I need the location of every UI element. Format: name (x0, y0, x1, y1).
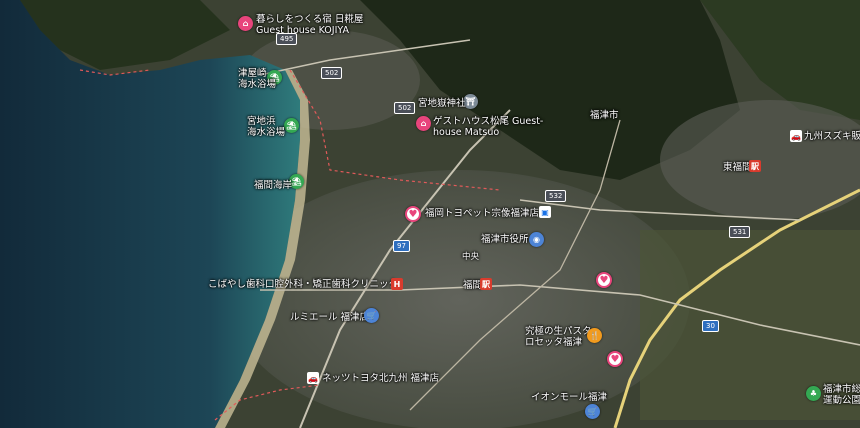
heart-pin-icon-2[interactable]: ♥ (596, 272, 612, 288)
train-station-icon[interactable]: 駅 (749, 160, 761, 172)
restaurant-pin-icon[interactable]: 🍴 (587, 328, 602, 343)
heart-pin-icon[interactable]: ♥ (405, 206, 421, 222)
route-30-shield: 30 (702, 320, 719, 332)
fukutsu-city-label: 福津市 (590, 110, 619, 121)
higashi-fukuma-label: 東福間 (723, 162, 752, 173)
car-dealer-icon[interactable]: 🚗 (790, 130, 802, 142)
suzuki-dealer-label: 九州スズキ販 (804, 131, 860, 142)
route-532-shield: 532 (545, 190, 567, 202)
pasta-shop-label: 究極の生パスタ ロセッタ福津 (525, 326, 592, 348)
car-dealer-icon-2[interactable]: 🚗 (307, 372, 319, 384)
kobayashi-clinic-label: こばやし歯科口腔外科・矯正歯科クリニック (208, 279, 399, 290)
route-531-shield: 531 (729, 226, 751, 238)
toyota-dealer-label: 福岡トヨペット宗像福津店 (425, 208, 540, 219)
route-502-shield-2: 502 (394, 102, 416, 114)
lumiere-label: ルミエール 福津店 (290, 312, 370, 323)
hospital-icon[interactable]: H (391, 278, 403, 290)
netz-toyota-label: ネッツトヨタ北九州 福津店 (322, 373, 440, 384)
guesthouse-matsuo-label: ゲストハウス松尾 Guest- house Matsuo (433, 116, 544, 138)
train-station-icon-2[interactable]: 駅 (480, 278, 492, 290)
shop-pin-icon-2[interactable]: 🛒 (585, 404, 600, 419)
miyajidake-shrine-label: 宮地嶽神社 (418, 98, 466, 109)
tsuyazaki-beach-label: 津屋崎 海水浴場 (238, 68, 277, 90)
chuo-label: 中央 (462, 252, 480, 262)
heart-pin-icon-3[interactable]: ♥ (607, 351, 623, 367)
guesthouse-kojiya-label: 暮らしをつくる宿 日糀屋 Guest house KOJIYA (256, 14, 364, 36)
beach-pin-icon-2[interactable]: ⛱ (284, 118, 299, 133)
route-502-shield: 502 (321, 67, 343, 79)
fukuma-beach-label: 福間海岸 (254, 180, 293, 191)
satellite-map[interactable]: ⌂ 暮らしをつくる宿 日糀屋 Guest house KOJIYA ⛱ 津屋崎 … (0, 0, 860, 428)
route-495-shield: 495 (276, 33, 298, 45)
route-97-shield: 97 (393, 240, 410, 252)
city-hall-label: 福津市役所 (481, 234, 529, 245)
sports-park-label: 福津市総 運動公園 (823, 384, 860, 406)
miyajihama-beach-label: 宮地浜 海水浴場 (247, 116, 286, 138)
city-hall-pin-icon[interactable]: ◉ (529, 232, 544, 247)
park-pin-icon[interactable]: ♣ (806, 386, 821, 401)
hotel-pin-icon-2[interactable]: ⌂ (416, 116, 431, 131)
aeon-mall-label: イオンモール福津 (531, 392, 608, 403)
bus-stop-icon[interactable]: ▣ (539, 206, 551, 218)
shop-pin-icon[interactable]: 🛒 (364, 308, 379, 323)
hotel-pin-icon[interactable]: ⌂ (238, 16, 253, 31)
